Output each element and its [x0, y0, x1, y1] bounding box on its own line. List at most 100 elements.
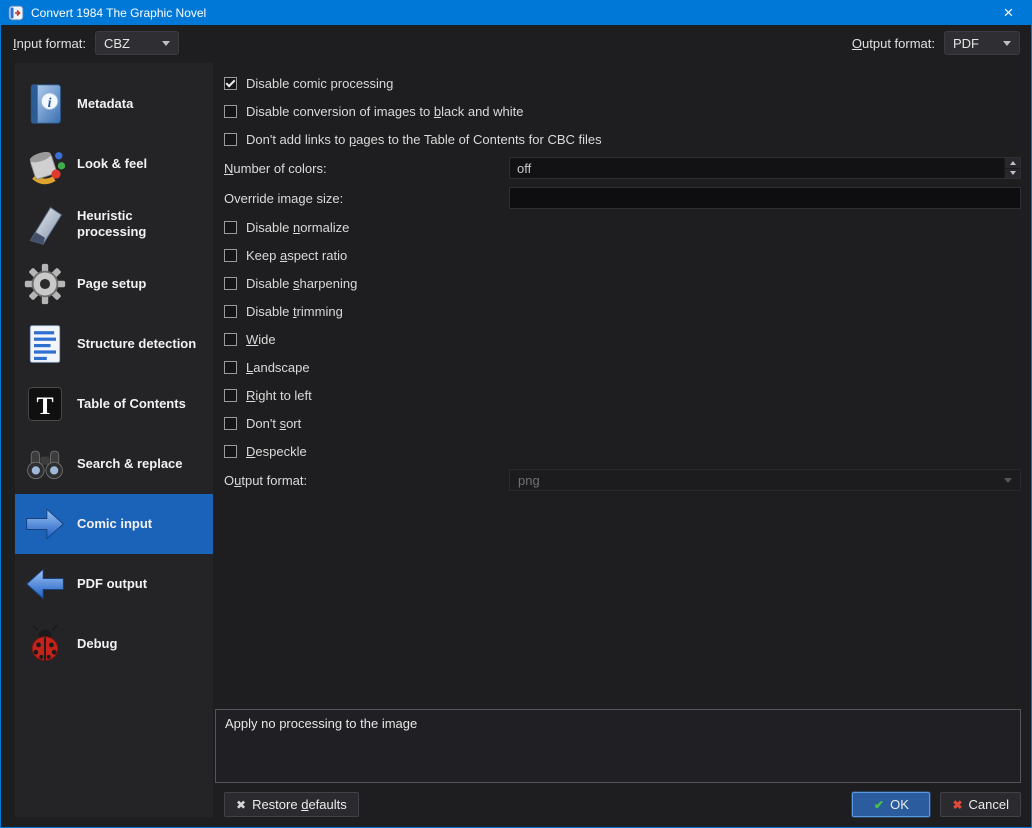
- dont-sort-label[interactable]: Don't sort: [246, 416, 301, 431]
- ok-button[interactable]: ✔ OK: [852, 792, 931, 817]
- gear-icon: [21, 260, 69, 308]
- sidebar-item-table-of-contents[interactable]: T Table of Contents: [15, 374, 213, 434]
- disable-sharpening-checkbox[interactable]: [224, 276, 237, 290]
- binoculars-icon: [21, 440, 69, 488]
- dialog-footer: ✖ Restore defaults ✔ OK ✖ Cancel: [215, 792, 1021, 817]
- output-format-label: Output format:: [851, 35, 935, 51]
- number-of-colors-spinbox[interactable]: off: [509, 157, 1021, 179]
- cancel-label: Cancel: [968, 797, 1009, 812]
- checkbox-row: Wide: [215, 325, 1021, 353]
- disable-comic-processing-checkbox[interactable]: [224, 76, 237, 90]
- landscape-checkbox[interactable]: [224, 360, 237, 374]
- document-lines-icon: [21, 320, 69, 368]
- disable-normalize-checkbox[interactable]: [224, 220, 237, 234]
- disable-trimming-label[interactable]: Disable trimming: [246, 304, 343, 319]
- check-icon: ✔: [874, 797, 885, 812]
- checkbox-row: Disable conversion of images to black an…: [215, 97, 1021, 125]
- checkbox-row: Keep aspect ratio: [215, 241, 1021, 269]
- triangle-down-icon: [1009, 171, 1016, 176]
- sidebar-item-label: Debug: [77, 636, 118, 652]
- sidebar-item-label: Look & feel: [77, 156, 148, 172]
- disable-trimming-checkbox[interactable]: [224, 304, 237, 318]
- format-bar: Input format: CBZ Output format: PDF: [1, 25, 1031, 61]
- sidebar-item-comic-input[interactable]: Comic input: [15, 494, 213, 554]
- cross-icon: ✖: [952, 797, 963, 812]
- sidebar-item-debug[interactable]: Debug: [15, 614, 213, 674]
- comic-output-format-combobox: png: [509, 469, 1021, 491]
- sidebar-item-heuristic-processing[interactable]: Heuristic processing: [15, 194, 213, 254]
- checkbox-row: Despeckle: [215, 437, 1021, 465]
- checkbox-row: Don't sort: [215, 409, 1021, 437]
- input-format-label: Input format:: [13, 35, 86, 51]
- sidebar-item-pdf-output[interactable]: PDF output: [15, 554, 213, 614]
- disable-bw-conversion-label[interactable]: Disable conversion of images to black an…: [246, 104, 524, 119]
- no-toc-links-checkbox[interactable]: [224, 132, 237, 146]
- book-info-icon: i: [21, 80, 69, 128]
- app-icon: [8, 5, 24, 21]
- keep-aspect-ratio-checkbox[interactable]: [224, 248, 237, 262]
- input-format-value: CBZ: [104, 35, 130, 51]
- sidebar-item-label: Table of Contents: [77, 396, 186, 412]
- arrow-right-icon: [21, 500, 69, 548]
- disable-sharpening-label[interactable]: Disable sharpening: [246, 276, 357, 291]
- sidebar-item-label: Metadata: [77, 96, 134, 112]
- disable-bw-conversion-checkbox[interactable]: [224, 104, 237, 118]
- keep-aspect-ratio-label[interactable]: Keep aspect ratio: [246, 248, 347, 263]
- sidebar-item-label: Page setup: [77, 276, 147, 292]
- close-button[interactable]: ×: [986, 1, 1031, 25]
- sidebar-item-label: Search & replace: [77, 456, 183, 472]
- sidebar-item-structure-detection[interactable]: Structure detection: [15, 314, 213, 374]
- help-text: Apply no processing to the image: [225, 716, 418, 731]
- checkbox-row: Landscape: [215, 353, 1021, 381]
- checkbox-row: Disable sharpening: [215, 269, 1021, 297]
- despeckle-checkbox[interactable]: [224, 444, 237, 458]
- sidebar-item-metadata[interactable]: i Metadata: [15, 74, 213, 134]
- input-format-combobox[interactable]: CBZ: [95, 31, 179, 55]
- chevron-down-icon: [1003, 40, 1011, 46]
- cancel-button[interactable]: ✖ Cancel: [940, 792, 1021, 817]
- sidebar-item-page-setup[interactable]: Page setup: [15, 254, 213, 314]
- chevron-down-icon: [1004, 477, 1012, 483]
- checkbox-row: Right to left: [215, 381, 1021, 409]
- despeckle-label[interactable]: Despeckle: [246, 444, 307, 459]
- comic-input-panel: Disable comic processing Disable convers…: [215, 63, 1021, 817]
- checkbox-row: Disable trimming: [215, 297, 1021, 325]
- letter-t-tile-icon: T: [21, 380, 69, 428]
- triangle-up-icon: [1009, 160, 1016, 165]
- disable-normalize-label[interactable]: Disable normalize: [246, 220, 349, 235]
- number-of-colors-row: Number of colors: off: [215, 153, 1021, 183]
- dialog-content: i Metadata Look & feel Heuristic process…: [1, 61, 1031, 827]
- override-image-size-input[interactable]: [509, 187, 1021, 209]
- right-to-left-label[interactable]: Right to left: [246, 388, 312, 403]
- ok-label: OK: [890, 797, 909, 812]
- sidebar-item-search-and-replace[interactable]: Search & replace: [15, 434, 213, 494]
- spin-up-button[interactable]: [1005, 158, 1020, 169]
- ladybug-icon: [21, 620, 69, 668]
- override-image-size-label: Override image size:: [224, 190, 344, 206]
- sidebar-item-label: Heuristic processing: [77, 208, 147, 239]
- output-format-combobox[interactable]: PDF: [944, 31, 1020, 55]
- landscape-label[interactable]: Landscape: [246, 360, 310, 375]
- right-to-left-checkbox[interactable]: [224, 388, 237, 402]
- comic-output-format-value: png: [518, 472, 540, 488]
- chevron-down-icon: [162, 40, 170, 46]
- sidebar-item-look-and-feel[interactable]: Look & feel: [15, 134, 213, 194]
- disable-comic-processing-label[interactable]: Disable comic processing: [246, 76, 393, 91]
- spin-down-button[interactable]: [1005, 169, 1020, 179]
- help-text-box: Apply no processing to the image: [215, 709, 1021, 783]
- arrow-left-icon: [21, 560, 69, 608]
- window-title: Convert 1984 The Graphic Novel: [31, 6, 207, 20]
- output-format-value: PDF: [953, 35, 979, 51]
- no-toc-links-label[interactable]: Don't add links to pages to the Table of…: [246, 132, 602, 147]
- restore-defaults-button[interactable]: ✖ Restore defaults: [224, 792, 359, 817]
- wide-label[interactable]: Wide: [246, 332, 276, 347]
- spinbox-value: off: [517, 160, 532, 176]
- brush-sweep-icon: [21, 200, 69, 248]
- comic-output-format-label: Output format:: [224, 472, 308, 488]
- wide-checkbox[interactable]: [224, 332, 237, 346]
- svg-text:T: T: [36, 391, 53, 420]
- sections-sidebar: i Metadata Look & feel Heuristic process…: [15, 63, 213, 817]
- sidebar-item-label: Comic input: [77, 516, 153, 532]
- svg-text:i: i: [48, 95, 52, 110]
- dont-sort-checkbox[interactable]: [224, 416, 237, 430]
